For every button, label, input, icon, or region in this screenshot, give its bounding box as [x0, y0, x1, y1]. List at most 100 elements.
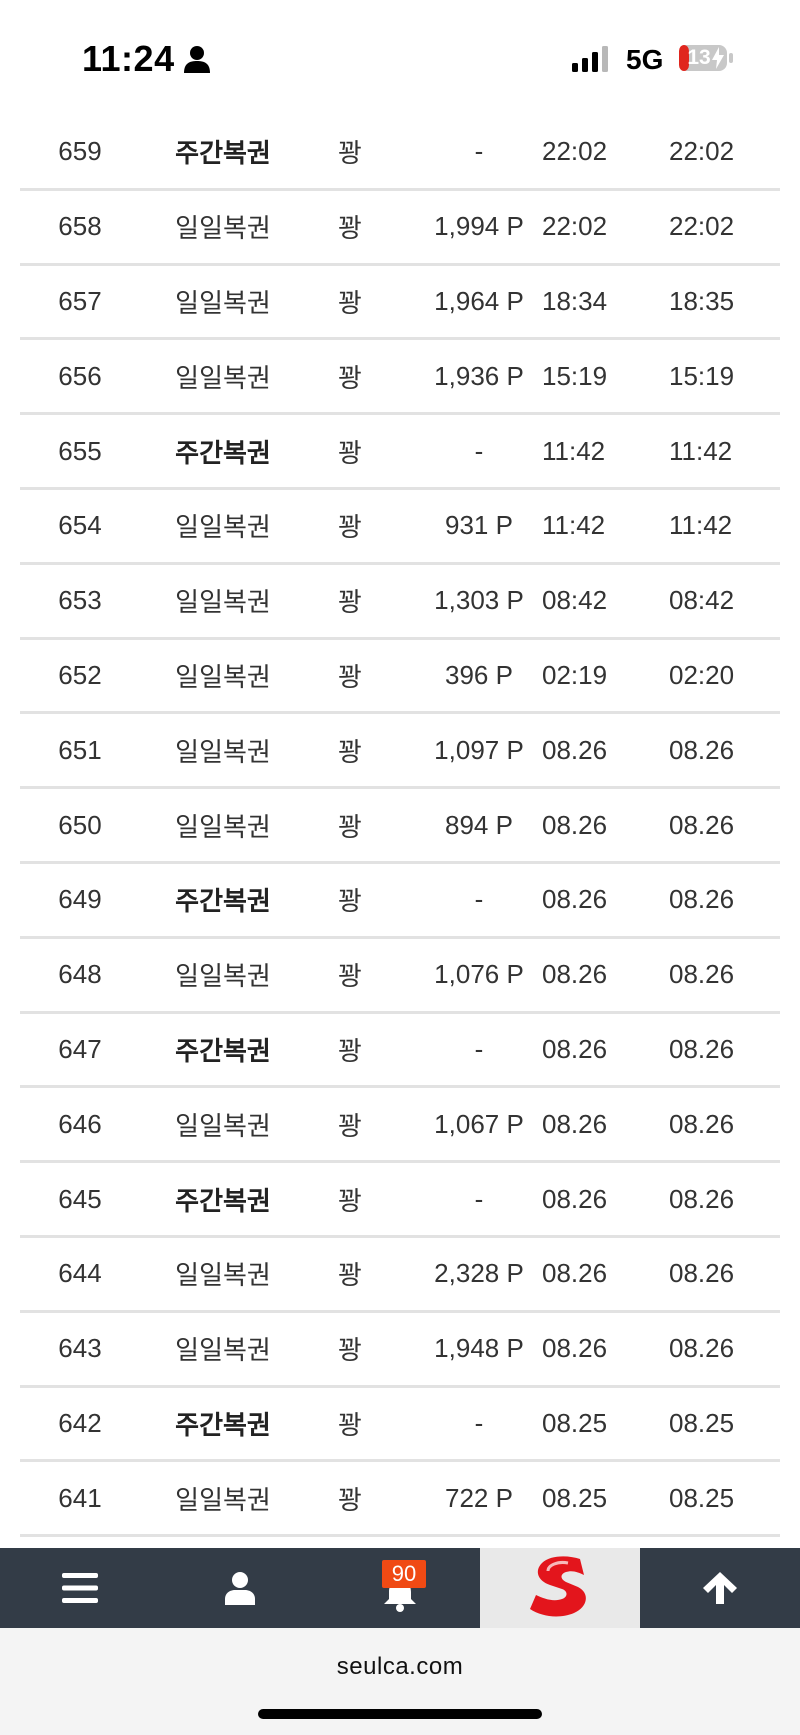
lottery-type: 주간복권: [175, 1409, 271, 1440]
entry-number: 657: [58, 285, 102, 316]
draw-result: 꽝: [338, 1260, 362, 1291]
issued-time: 11:42: [542, 510, 606, 541]
issued-time: 08.25: [542, 1407, 608, 1438]
draw-result: 꽝: [338, 437, 362, 468]
table-row: 642 주간복권 꽝 -08.25 08.25: [20, 1388, 780, 1463]
person-icon: [184, 46, 210, 73]
entry-number: 650: [58, 809, 102, 840]
table-row: 654 일일복권 꽝 931 P 11:42 11:42: [20, 490, 780, 565]
lottery-type: 일일복권: [175, 961, 271, 992]
lottery-type: 주간복권: [175, 1185, 271, 1216]
draw-result: 꽝: [338, 1484, 362, 1515]
table-row: 657 일일복권 꽝 1,964 P 18:34 18:35: [20, 266, 780, 341]
issued-time: 15:19: [542, 360, 608, 391]
draw-result: 꽝: [338, 512, 362, 543]
lottery-type: 일일복권: [175, 287, 271, 318]
lottery-type: 주간복권: [175, 886, 271, 917]
entry-number: 644: [58, 1258, 102, 1289]
checked-time: 08:42: [669, 585, 735, 616]
table-row: 646 일일복권 꽝 1,067 P 08.26 08.26: [20, 1088, 780, 1164]
entry-number: 641: [58, 1482, 102, 1513]
issued-time: 08.26: [542, 959, 608, 990]
lottery-type: 일일복권: [175, 811, 271, 842]
draw-result: 꽝: [338, 1110, 362, 1141]
checked-time: 08.26: [669, 959, 735, 990]
checked-time: 08.26: [669, 809, 735, 840]
table-row: 643 일일복권 꽝 1,948 P 08.26 08.26: [20, 1313, 780, 1388]
lottery-type: 일일복권: [175, 1110, 271, 1141]
checked-time: 08.26: [669, 1258, 735, 1289]
checked-time: 08.26: [669, 1033, 735, 1064]
table-row: 645 주간복권 꽝 -08.26 08.26: [20, 1163, 780, 1238]
lottery-history-table: 659 주간복권 꽝 -22:02 22:02 658 일일복권 꽝 1,994 P 22:02 2…: [20, 116, 780, 1538]
entry-number: 652: [58, 659, 102, 690]
table-row: 648 일일복권 꽝 1,076 P 08.26 08.26: [20, 939, 780, 1014]
issued-time: 08.26: [542, 884, 608, 915]
table-row: 649 주간복권 꽝 -08.26 08.26: [20, 864, 780, 939]
home-logo-button[interactable]: [480, 1548, 640, 1628]
url-text[interactable]: seulca.com: [0, 1653, 800, 1681]
checked-time: 15:19: [669, 360, 735, 391]
hamburger-menu-icon: [62, 1573, 98, 1603]
entry-number: 658: [58, 211, 102, 242]
lottery-type: 일일복권: [175, 736, 271, 767]
lottery-type: 일일복권: [175, 1484, 271, 1515]
issued-time: 08.25: [542, 1482, 608, 1513]
draw-result: 꽝: [338, 362, 362, 393]
battery-icon: 13: [678, 44, 734, 72]
lottery-type: 일일복권: [175, 661, 271, 692]
notification-count-badge: 90: [382, 1560, 426, 1588]
menu-button[interactable]: [0, 1548, 160, 1628]
table-row: 652 일일복권 꽝 396 P 02:19 02:20: [20, 640, 780, 715]
charging-bolt-icon: [712, 47, 724, 69]
issued-time: 08.26: [542, 1183, 608, 1214]
entry-number: 649: [58, 884, 102, 915]
entry-number: 654: [58, 510, 102, 541]
lottery-type: 주간복권: [175, 138, 271, 169]
arrow-up-icon: [703, 1572, 737, 1604]
checked-time: 08.25: [669, 1407, 735, 1438]
entry-number: 645: [58, 1183, 102, 1214]
issued-time: 18:34: [542, 285, 608, 316]
checked-time: 08.26: [669, 734, 735, 765]
issued-time: 08.26: [542, 1033, 608, 1064]
checked-time: 22:02: [669, 211, 735, 242]
checked-time: 08.26: [669, 1333, 735, 1364]
table-row: 641 일일복권 꽝 722 P 08.25 08.25: [20, 1462, 780, 1538]
draw-result: 꽝: [338, 1035, 362, 1066]
draw-result: 꽝: [338, 587, 362, 618]
issued-time: 08.26: [542, 1258, 608, 1289]
draw-result: 꽝: [338, 213, 362, 244]
issued-time: 02:19: [542, 659, 608, 690]
draw-result: 꽝: [338, 1409, 362, 1440]
checked-time: 18:35: [669, 285, 735, 316]
draw-result: 꽝: [338, 886, 362, 917]
issued-time: 22:02: [542, 211, 608, 242]
draw-result: 꽝: [338, 811, 362, 842]
lottery-type: 일일복권: [175, 213, 271, 244]
lottery-type: 일일복권: [175, 362, 271, 393]
table-row: 650 일일복권 꽝 894 P 08.26 08.26: [20, 789, 780, 864]
checked-time: 11:42: [669, 435, 733, 466]
checked-time: 11:42: [669, 510, 733, 541]
lottery-type: 주간복권: [175, 1035, 271, 1066]
scroll-top-button[interactable]: [640, 1548, 800, 1628]
issued-time: 22:02: [542, 136, 608, 167]
issued-time: 08:42: [542, 585, 608, 616]
draw-result: 꽝: [338, 1185, 362, 1216]
entry-number: 653: [58, 585, 102, 616]
user-button[interactable]: [160, 1548, 320, 1628]
lottery-type: 일일복권: [175, 512, 271, 543]
checked-time: 08.26: [669, 1183, 735, 1214]
network-type: 5G: [626, 44, 664, 75]
issued-time: 08.26: [542, 1108, 608, 1139]
checked-time: 08.26: [669, 1108, 735, 1139]
draw-result: 꽝: [338, 736, 362, 767]
draw-result: 꽝: [338, 287, 362, 318]
draw-result: 꽝: [338, 661, 362, 692]
cellular-signal-icon: [572, 46, 608, 72]
table-row: 656 일일복권 꽝 1,936 P 15:19 15:19: [20, 340, 780, 416]
draw-result: 꽝: [338, 138, 362, 169]
status-bar: 11:24 5G 13: [0, 0, 800, 110]
lottery-type: 일일복권: [175, 1335, 271, 1366]
